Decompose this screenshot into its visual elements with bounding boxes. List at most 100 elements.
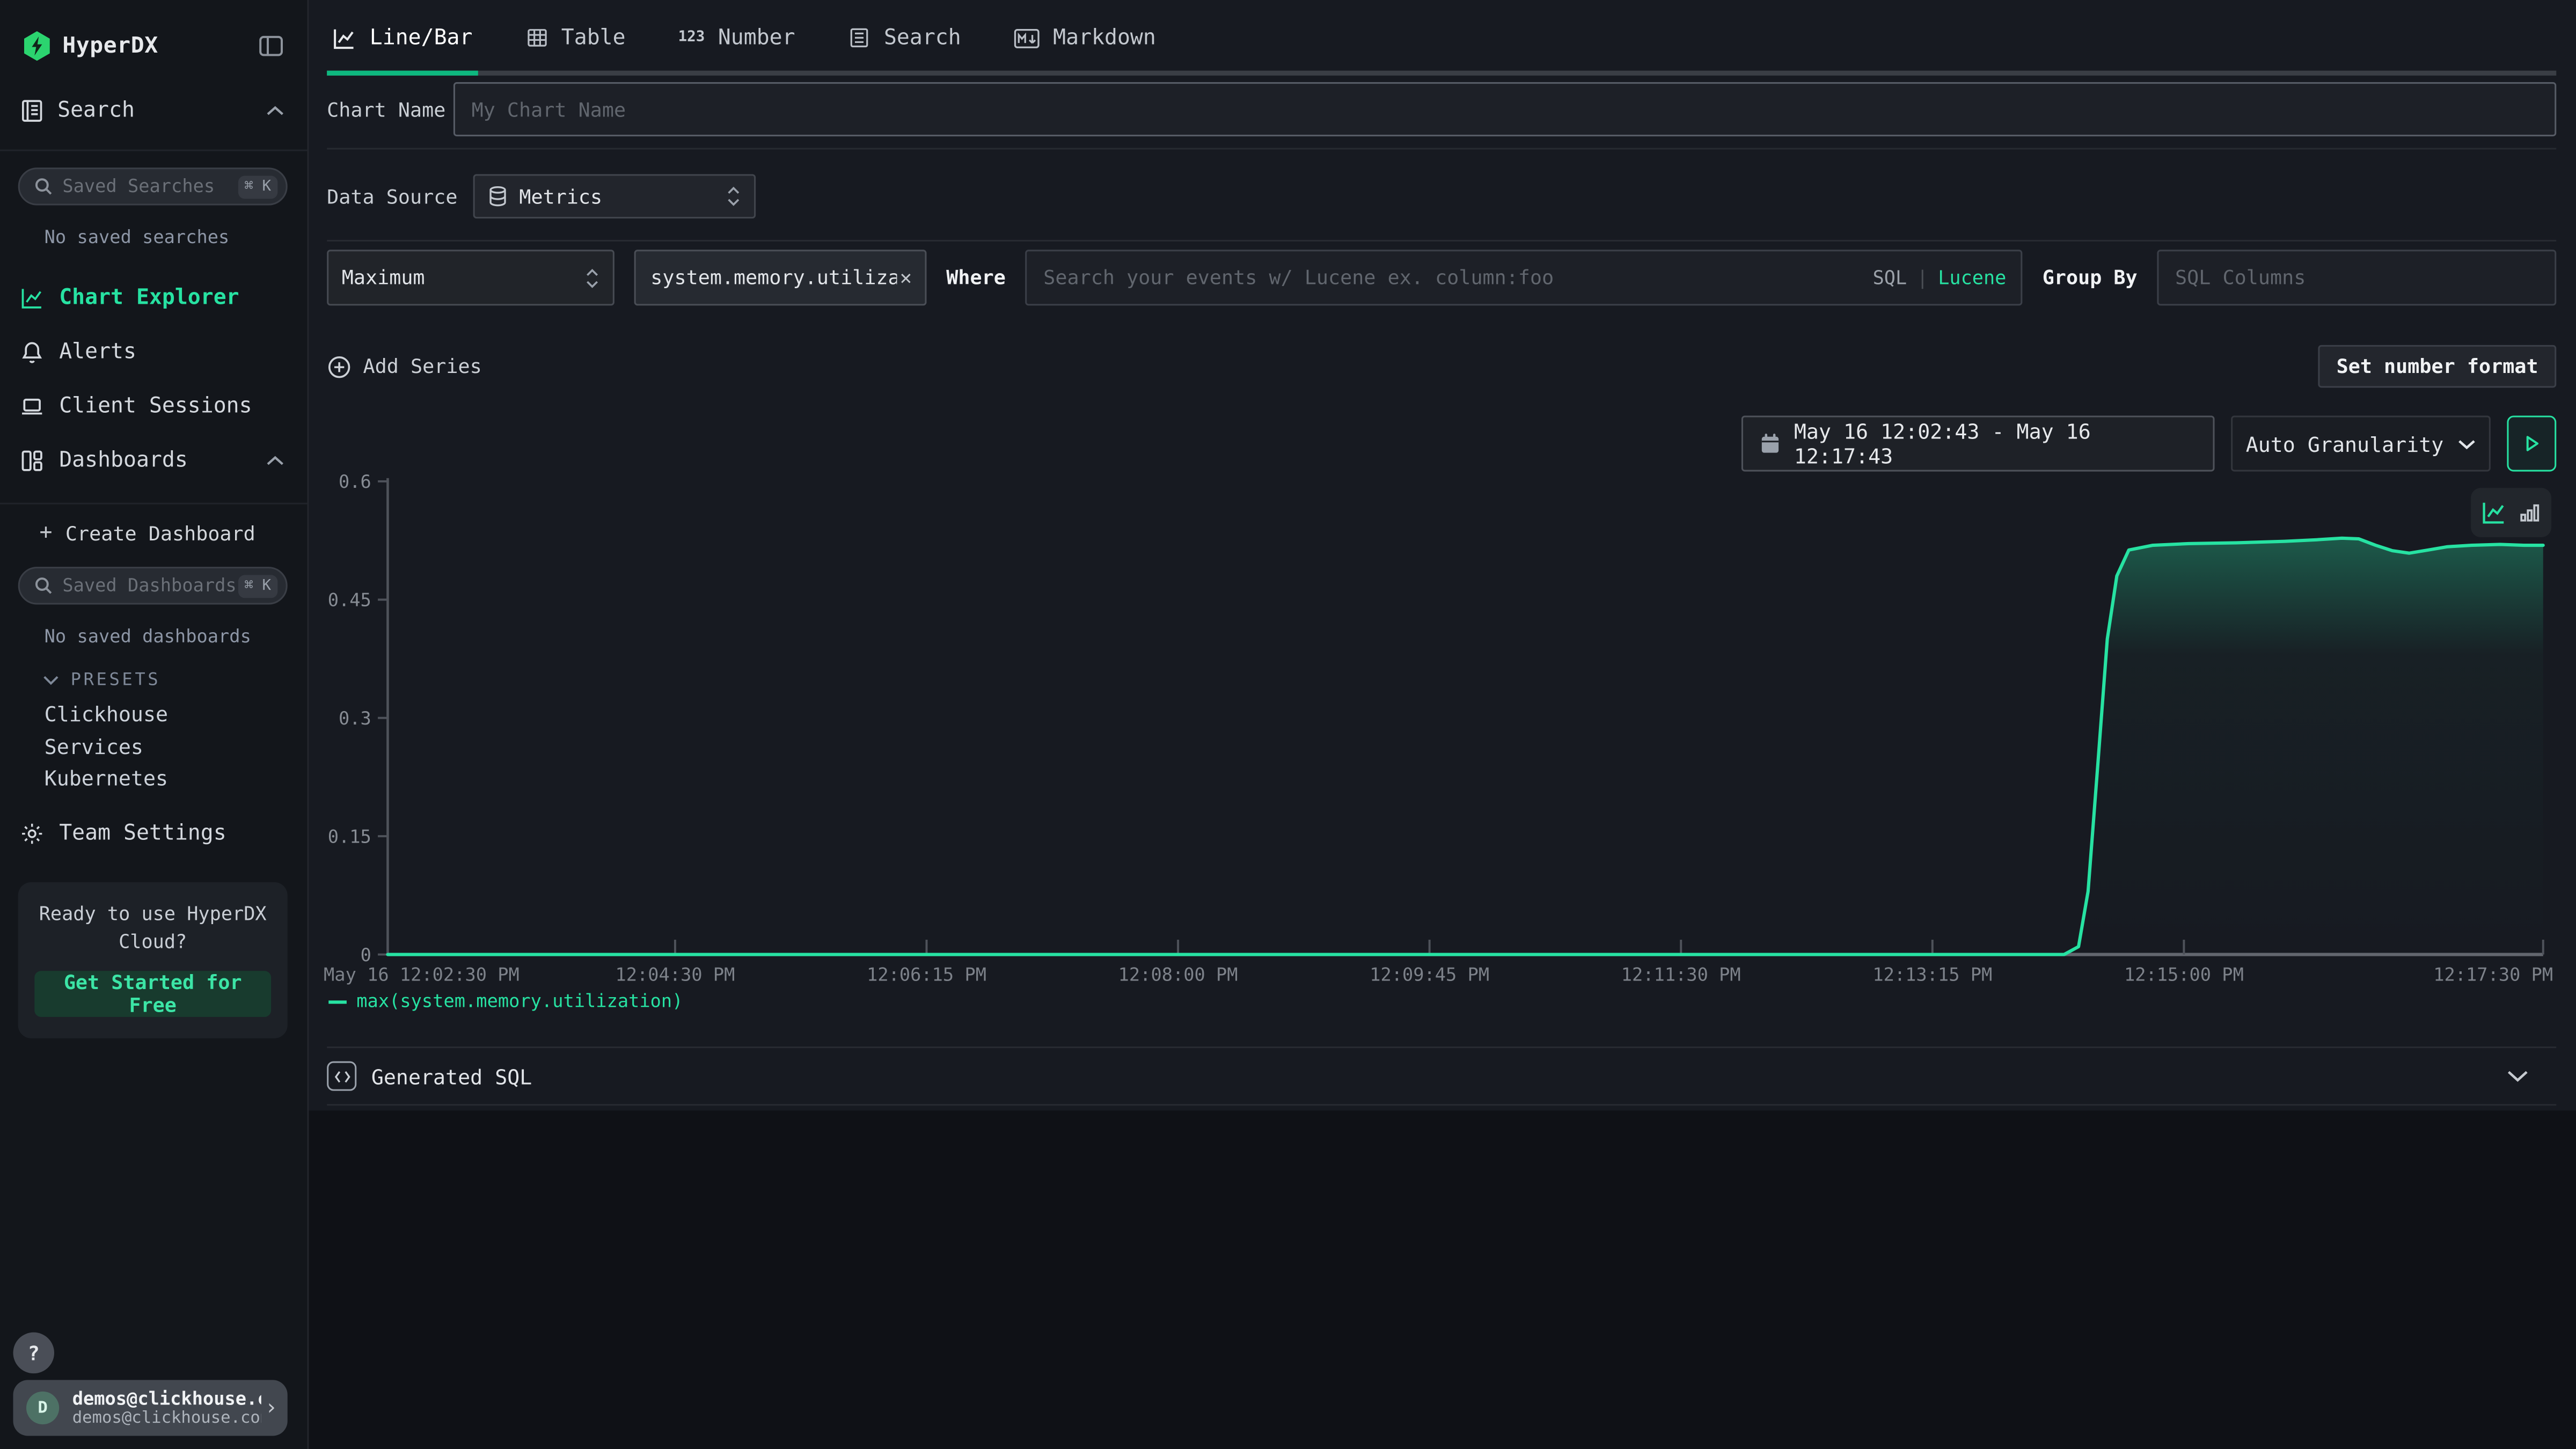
svg-text:12:08:00 PM: 12:08:00 PM [1118,964,1238,985]
generated-sql-toggle[interactable]: Generated SQL [327,1048,2556,1104]
brand-title: HyperDX [62,33,158,59]
sidebar-item-label: Client Sessions [59,394,252,419]
svg-text:12:06:15 PM: 12:06:15 PM [867,964,986,985]
sidebar-divider [0,503,307,504]
sidebar-item-team-settings[interactable]: Team Settings [0,814,307,853]
chart-legend[interactable]: max(system.memory.utilization) [328,991,683,1012]
tab-label: Markdown [1053,25,1156,50]
tab-label: Table [561,25,626,50]
svg-text:12:17:30 PM: 12:17:30 PM [2433,964,2553,985]
chart-name-row: Chart Name [327,82,2556,136]
tab-table[interactable]: Table [520,0,631,76]
updown-chevrons-icon [726,186,741,207]
sidebar-item-client-sessions[interactable]: Client Sessions [0,379,307,434]
data-source-row: Data Source Metrics [327,169,2556,223]
series-editor-row: Maximum system.memory.utiliza ✕ Where SQ… [327,250,2556,305]
updown-chevrons-icon [585,267,600,288]
plus-icon: + [39,521,52,545]
series-actions-row: Add Series Set number format [327,342,2556,391]
data-source-select[interactable]: Metrics [473,174,756,218]
user-texts: demos@clickhouse.com demos@clickhouse.co… [72,1388,262,1428]
legend-swatch [328,1000,347,1003]
sidebar-item-chart-explorer[interactable]: Chart Explorer [0,271,307,325]
number-123-icon: 123 [678,30,705,46]
cloud-promo-card: Ready to use HyperDX Cloud? Get Started … [18,881,288,1037]
team-settings-label: Team Settings [59,822,226,846]
svg-text:0.3: 0.3 [339,708,371,729]
svg-text:12:09:45 PM: 12:09:45 PM [1370,964,1489,985]
tab-label: Search [884,25,961,50]
timeseries-chart[interactable]: 00.150.30.450.6May 16 12:02:30 PM12:04:3… [322,473,2556,1002]
help-button[interactable]: ? [13,1333,54,1374]
set-number-format-button[interactable]: Set number format [2318,345,2556,388]
add-series-label: Add Series [363,355,482,378]
run-query-button[interactable] [2507,415,2556,471]
user-email: demos@clickhouse.com [72,1388,262,1410]
cloud-promo-text: Ready to use HyperDX Cloud? [34,899,271,955]
saved-dashboards-input[interactable]: Saved Dashboards ⌘ K [18,567,288,604]
search-icon [34,576,53,595]
table-icon [525,26,548,49]
group-by-input[interactable] [2157,250,2556,305]
data-source-label: Data Source [327,185,473,208]
lucene-mode-button[interactable]: Lucene [1938,266,2006,289]
aggregation-select[interactable]: Maximum [327,250,614,305]
plus-circle-icon [327,354,352,379]
tab-label: Line/Bar [370,25,473,50]
calendar-icon [1760,432,1781,455]
presets-toggle[interactable]: PRESETS [43,670,308,690]
tab-number[interactable]: 123 Number [673,0,800,76]
legend-label: max(system.memory.utilization) [356,991,683,1012]
saved-searches-input[interactable]: Saved Searches ⌘ K [18,167,288,205]
granularity-select[interactable]: Auto Granularity [2231,415,2491,471]
collapse-sidebar-button[interactable] [258,33,284,59]
presets-list: Clickhouse Services Kubernetes [0,698,307,794]
main-content: Line/Bar Table 123 Number Search [309,0,2576,1449]
tab-line-bar[interactable]: Line/Bar [327,0,477,76]
avatar: D [26,1392,59,1424]
tab-search[interactable]: Search [843,0,965,76]
laptop-icon [20,394,45,419]
preset-item-services[interactable]: Services [45,730,308,763]
query-language-toggle: SQL | Lucene [1873,250,2007,305]
sidebar-item-alerts[interactable]: Alerts [0,325,307,379]
code-icon [327,1062,356,1091]
svg-text:0.15: 0.15 [328,826,371,847]
chart-name-input[interactable] [453,82,2556,136]
svg-text:12:04:30 PM: 12:04:30 PM [616,964,735,985]
create-dashboard-label: Create Dashboard [65,522,255,545]
tab-label: Number [718,25,795,50]
sidebar-divider [0,150,307,151]
sidebar-item-label: Dashboards [59,449,188,473]
chart-name-label: Chart Name [327,98,453,121]
search-icon [34,178,53,196]
metric-token[interactable]: system.memory.utiliza ✕ [634,250,927,305]
sidebar-item-label: Chart Explorer [59,286,239,311]
user-menu[interactable]: D demos@clickhouse.com demos@clickhouse.… [13,1380,287,1436]
data-source-value: Metrics [519,185,602,208]
sidebar-item-dashboards[interactable]: Dashboards [0,434,307,488]
logs-icon [20,98,45,122]
add-series-button[interactable]: Add Series [327,354,482,379]
date-range-picker[interactable]: May 16 12:02:43 - May 16 12:17:43 [1741,415,2215,471]
hyperdx-logo-icon [23,31,51,61]
tab-markdown[interactable]: Markdown [1008,0,1161,76]
sidebar-section-search[interactable]: Search [0,85,307,135]
remove-metric-button[interactable]: ✕ [897,266,915,289]
user-workspace: demos@clickhouse.com's [72,1410,262,1428]
preset-item-kubernetes[interactable]: Kubernetes [45,762,308,794]
sql-mode-button[interactable]: SQL [1873,266,1907,289]
generated-sql-label: Generated SQL [371,1064,532,1088]
preset-item-clickhouse[interactable]: Clickhouse [45,698,308,730]
panel-toggle-icon [258,33,284,59]
create-dashboard-button[interactable]: + Create Dashboard [39,521,255,545]
app-window: HyperDX Search Saved Searches ⌘ K [0,0,2576,1449]
sidebar: HyperDX Search Saved Searches ⌘ K [0,0,309,1449]
where-input-wrap: SQL | Lucene [1026,250,2023,305]
logo-row: HyperDX [0,0,307,69]
sidebar-nav: Chart Explorer Alerts Client Sessions Da… [0,271,307,488]
dashboard-grid-icon [20,449,45,473]
svg-text:0.6: 0.6 [339,473,371,493]
get-started-button[interactable]: Get Started for Free [34,970,271,1016]
chevron-down-icon [43,675,60,685]
